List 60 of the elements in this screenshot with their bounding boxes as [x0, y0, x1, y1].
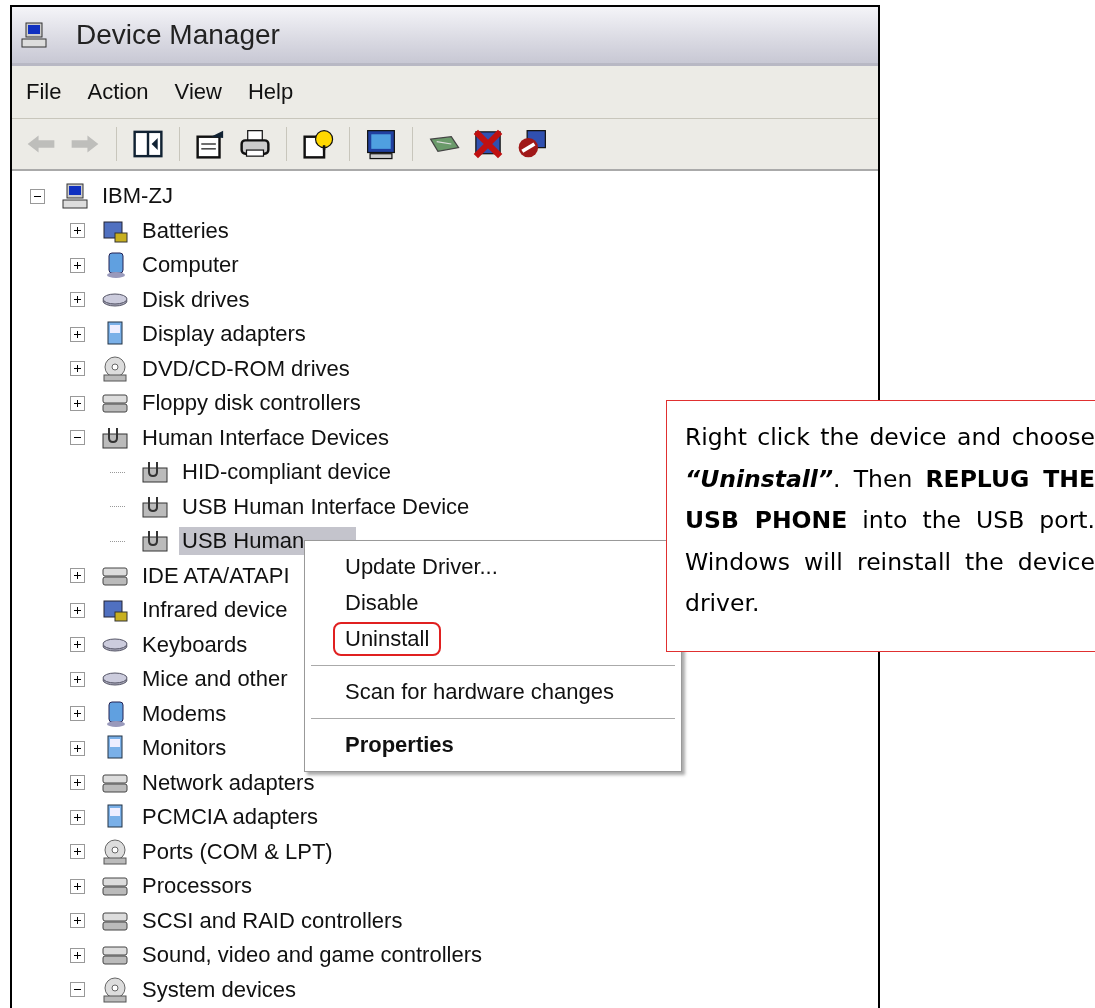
- window-title: Device Manager: [76, 19, 280, 51]
- cd-icon: [101, 837, 129, 866]
- expand-toggle[interactable]: [70, 913, 85, 929]
- tree-item[interactable]: Batteries: [139, 216, 232, 245]
- tree-item[interactable]: Disk drives: [139, 285, 253, 314]
- menu-item[interactable]: Action: [87, 79, 149, 105]
- tree-item[interactable]: Sound, video and game controllers: [139, 941, 485, 970]
- expand-toggle[interactable]: [70, 671, 85, 687]
- tree-item[interactable]: Keyboards: [139, 630, 251, 659]
- expand-toggle[interactable]: [70, 878, 85, 894]
- menu-item[interactable]: Scan for hardware changes: [345, 679, 615, 705]
- collapse-toggle[interactable]: [70, 430, 85, 446]
- tree-item[interactable]: Mice and other: [139, 665, 291, 694]
- expand-toggle[interactable]: [70, 257, 85, 273]
- callout-text: Right click the device and choose “Uninstall”. Then REPLUG THE USB PHONE into the USB port. Windows will reinstall the device driver.: [666, 400, 1095, 652]
- tree-item[interactable]: System devices: [139, 975, 300, 1004]
- expand-toggle[interactable]: [70, 361, 85, 377]
- expand-toggle[interactable]: [70, 809, 85, 825]
- expand-toggle[interactable]: [70, 326, 85, 342]
- tree-item[interactable]: Ports (COM & LPT): [139, 837, 336, 866]
- menu-item[interactable]: Help: [247, 79, 294, 105]
- expand-toggle[interactable]: [70, 844, 85, 860]
- expand-toggle[interactable]: [70, 637, 85, 653]
- expand-toggle[interactable]: [70, 602, 85, 618]
- tree-item[interactable]: Monitors: [139, 734, 230, 763]
- tree-item[interactable]: IDE ATA/ATAPI: [139, 561, 293, 590]
- menu-item[interactable]: Properties: [345, 732, 454, 758]
- tree-item[interactable]: USB Human Interface Device: [179, 492, 473, 521]
- expand-toggle[interactable]: [70, 568, 85, 584]
- tree-item[interactable]: Computer: [139, 251, 242, 280]
- expand-toggle[interactable]: [70, 947, 85, 963]
- menu-item[interactable]: Update Driver...: [345, 554, 498, 580]
- tree-item[interactable]: DVD/CD-ROM drives: [139, 354, 353, 383]
- tree-item[interactable]: PCMCIA adapters: [139, 803, 322, 832]
- cd-icon: [101, 975, 129, 1004]
- expand-toggle[interactable]: [70, 740, 85, 756]
- expand-toggle[interactable]: [70, 223, 85, 239]
- tree-item[interactable]: Display adapters: [139, 320, 309, 349]
- tree-item[interactable]: Floppy disk controllers: [139, 389, 364, 418]
- tree-item[interactable]: Human Interface Devices: [139, 423, 392, 452]
- expand-toggle[interactable]: [70, 706, 85, 722]
- tree-item[interactable]: Network adapters: [139, 768, 318, 797]
- collapse-toggle[interactable]: [30, 188, 45, 204]
- expand-toggle[interactable]: [70, 292, 85, 308]
- cross-mark-icon[interactable]: [471, 127, 505, 161]
- monitor-icon[interactable]: [364, 127, 398, 161]
- collapse-toggle[interactable]: [70, 982, 85, 998]
- menu-item[interactable]: View: [174, 79, 222, 105]
- cd-icon: [101, 354, 129, 383]
- menu-item[interactable]: Disable: [345, 590, 419, 616]
- expand-toggle[interactable]: [70, 395, 85, 411]
- expand-toggle[interactable]: [70, 775, 85, 791]
- tree-item[interactable]: Processors: [139, 872, 256, 901]
- menu-item[interactable]: Uninstall: [333, 622, 442, 656]
- menu-item[interactable]: File: [26, 79, 62, 105]
- tree-item[interactable]: Infrared device: [139, 596, 291, 625]
- tree-item[interactable]: Modems: [139, 699, 230, 728]
- tree-item[interactable]: HID-compliant device: [179, 458, 395, 487]
- tree-item[interactable]: IBM-ZJ: [99, 182, 176, 211]
- tree-item[interactable]: SCSI and RAID controllers: [139, 906, 406, 935]
